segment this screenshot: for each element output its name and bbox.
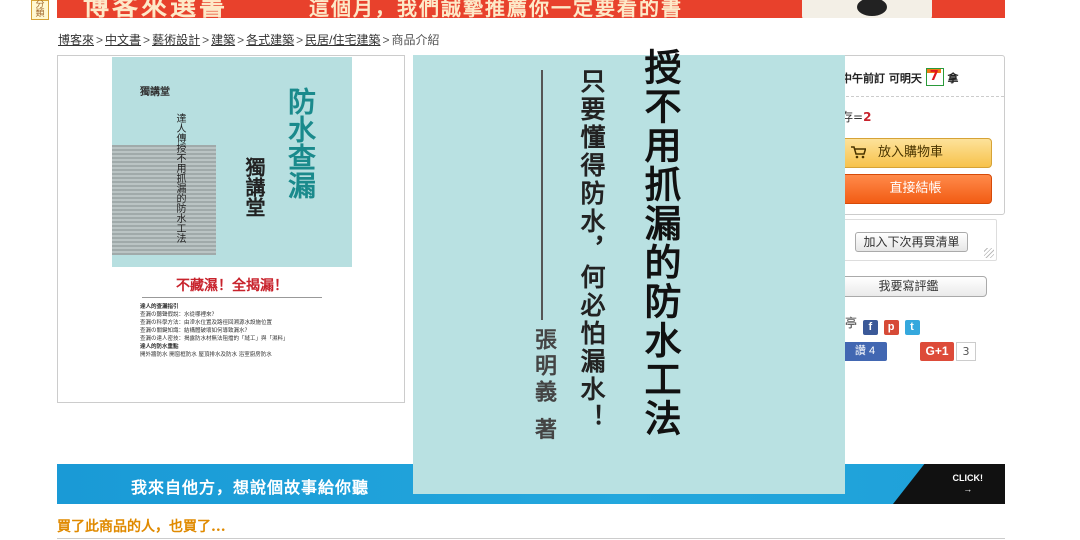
breadcrumb-separator: > [237,33,245,47]
google-plus-button[interactable]: G+1 [920,342,954,361]
add-to-cart-label: 放入購物車 [878,145,944,160]
delivery-suffix: 拿 [947,72,959,85]
category-tag[interactable]: 分類 [31,0,49,20]
shopping-cart-icon [851,146,866,159]
delivery-text: 中午前訂 可明天 [841,72,922,85]
write-review-button[interactable]: 我要寫評鑑 [830,276,987,297]
facebook-like-button[interactable]: 讚 4 [843,342,887,361]
plurk-icon[interactable]: p [883,320,899,335]
cover-body-line: 達人的查漏指引 [140,304,179,310]
ad-text: 我來自他方，想說個故事給你聽 [131,478,370,497]
zoom-title: 授不用抓漏的防水工法 [638,48,681,438]
cover-brand: 獨講堂 [242,157,266,217]
wishlist-box: 加入下次再買清單 [835,219,997,261]
breadcrumb-current: 商品介紹 [391,33,440,47]
facebook-icon[interactable]: f [862,320,878,335]
cover-divider [142,297,322,298]
add-to-cart-button[interactable]: 放入購物車 [839,138,992,168]
ad-dark-panel [893,464,1005,504]
purchase-panel: 中午前訂 可明天 拿 存=2 放入購物車 直接結帳 [820,55,1005,215]
breadcrumb-link[interactable]: 建築 [211,33,235,47]
breadcrumb-link[interactable]: 博客來 [58,33,94,47]
resize-grip-icon[interactable] [984,248,994,258]
promo-tagline: 這個月，我們誠摯推薦你一定要看的書 [309,0,683,18]
cover-body-line: 查漏の達人密技：揭露防水材無法阻擋的「縫工」與「濕料」 [140,336,289,342]
promo-headline: 博客來選書 [83,0,229,18]
breadcrumb-separator: > [143,33,151,47]
breadcrumb-separator: > [96,33,104,47]
cover-title: 防水查漏 [284,87,317,199]
also-bought-heading: 買了此商品的人，也買了... [57,519,226,535]
cover-top-panel: 獨講堂 防水查漏 獨講堂 達人傳授不用抓漏的防水工法 [112,57,352,267]
breadcrumb-link[interactable]: 民居/住宅建築 [305,33,380,47]
cover-body-line: 查漏の關鍵知識：結構體破壞如何導致漏水？ [140,328,251,334]
cover-subtitle: 達人傳授不用抓漏的防水工法 [174,113,185,243]
zoom-divider [541,70,543,320]
cover-body-line: 達人的防水重點 [140,344,179,350]
breadcrumb-link[interactable]: 中文書 [105,33,141,47]
cover-body-line: 查漏の科學方法：由滲水位置及路徑回溯源水設施位置 [140,320,273,326]
stock-value: 2 [863,110,872,124]
share-row: 亭 f p t [845,314,920,335]
breadcrumb-separator: > [202,33,210,47]
zoom-author: 張明義 著 [531,328,556,444]
seven-eleven-logo [925,68,944,86]
cover-body-text: 達人的查漏指引查漏の聽聲假說：水從哪裡來？ 查漏の科學方法：由滲水位置及路徑回溯源… [140,303,330,359]
breadcrumb: 博客來 > 中文書 > 藝術設計 > 建築 > 各式建築 > 民居/住宅建築 > 商品介紹 [58,31,440,48]
ad-click-label[interactable]: CLICK! → [953,473,984,495]
cover-redacted-block [112,145,216,255]
checkout-button[interactable]: 直接結帳 [839,174,992,204]
cover-zoom-overlay[interactable] [413,55,845,494]
twitter-icon[interactable]: t [904,320,920,335]
cover-body-line: 開外牆防水 開窗框防水 屋頂排水及防水 浴室廚房防水 [140,352,272,358]
stock-info: 存=2 [841,108,871,125]
divider [821,96,1004,97]
share-label: 亭 [845,316,858,330]
wishlist-button[interactable]: 加入下次再買清單 [855,232,968,252]
cover-slogan: 不藏濕！全揭漏！ [176,278,288,294]
ad-click-text: CLICK! [952,473,984,483]
google-plus-count: 3 [956,342,976,361]
book-cover: 獨講堂 防水查漏 獨講堂 達人傳授不用抓漏的防水工法 不藏濕！全揭漏！ 達人的查… [112,57,352,397]
section-divider [57,538,1005,539]
arrow-right-icon: → [963,484,973,494]
delivery-info: 中午前訂 可明天 拿 [841,68,959,86]
breadcrumb-link[interactable]: 藝術設計 [152,33,200,47]
zoom-subtitle: 只要懂得防水，何必怕漏水！ [577,68,606,432]
top-promo-banner[interactable]: 博客來選書 這個月，我們誠摯推薦你一定要看的書 [57,0,1005,18]
breadcrumb-separator: > [296,33,304,47]
breadcrumb-link[interactable]: 各式建築 [246,33,294,47]
publisher-logo: 獨講堂 [140,87,170,98]
breadcrumb-separator: > [382,33,390,47]
product-image-box[interactable]: 獨講堂 防水查漏 獨講堂 達人傳授不用抓漏的防水工法 不藏濕！全揭漏！ 達人的查… [57,55,405,403]
promo-image [802,0,932,18]
cover-body-line: 查漏の聽聲假說：水從哪裡來？ [140,312,218,318]
